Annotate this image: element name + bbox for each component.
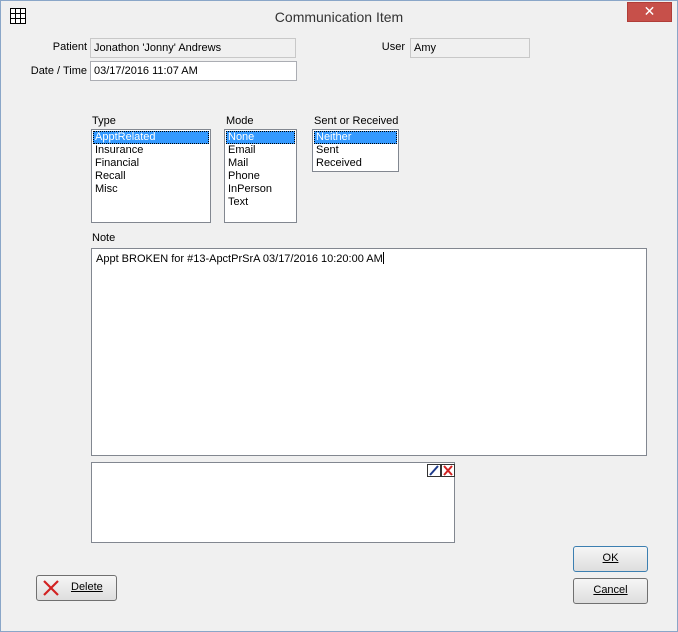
text-cursor bbox=[382, 252, 384, 264]
pencil-icon[interactable] bbox=[427, 464, 441, 477]
mode-label: Mode bbox=[226, 115, 254, 127]
type-label: Type bbox=[92, 115, 116, 127]
mode-option[interactable]: InPerson bbox=[226, 183, 295, 196]
sent-received-listbox[interactable]: Neither Sent Received bbox=[312, 129, 399, 172]
sent-received-option[interactable]: Received bbox=[314, 157, 397, 170]
mode-option[interactable]: Text bbox=[226, 196, 295, 209]
communication-item-window: Communication Item ✕ Patient Jonathon 'J… bbox=[0, 0, 678, 632]
user-label: User bbox=[381, 41, 405, 53]
close-button[interactable]: ✕ bbox=[627, 2, 672, 22]
type-option[interactable]: ApptRelated bbox=[93, 131, 209, 144]
sent-received-label: Sent or Received bbox=[314, 115, 399, 127]
clear-x-icon[interactable] bbox=[441, 464, 455, 477]
title-bar: Communication Item ✕ bbox=[1, 1, 677, 31]
ok-label: OK bbox=[602, 552, 619, 564]
ok-button[interactable]: OK bbox=[573, 546, 648, 572]
datetime-input[interactable]: 03/17/2016 11:07 AM bbox=[90, 61, 297, 81]
mode-option[interactable]: Mail bbox=[226, 157, 295, 170]
type-listbox[interactable]: ApptRelated Insurance Financial Recall M… bbox=[91, 129, 211, 223]
note-label: Note bbox=[92, 232, 116, 244]
delete-label: Delete bbox=[71, 581, 103, 593]
mode-option[interactable]: Phone bbox=[226, 170, 295, 183]
patient-label: Patient bbox=[52, 41, 87, 53]
mode-option[interactable]: None bbox=[226, 131, 295, 144]
cancel-label: Cancel bbox=[593, 584, 628, 596]
delete-x-icon bbox=[43, 580, 59, 596]
type-option[interactable]: Financial bbox=[93, 157, 209, 170]
type-option[interactable]: Recall bbox=[93, 170, 209, 183]
datetime-label: Date / Time bbox=[30, 65, 87, 77]
sent-received-option[interactable]: Sent bbox=[314, 144, 397, 157]
window-title: Communication Item bbox=[274, 9, 404, 25]
note-textarea[interactable]: Appt BROKEN for #13-ApctPrSrA 03/17/2016… bbox=[91, 248, 647, 456]
type-option[interactable]: Misc bbox=[93, 183, 209, 196]
dialog-body: Patient Jonathon 'Jonny' Andrews User Am… bbox=[1, 31, 677, 631]
delete-button[interactable]: Delete bbox=[36, 575, 117, 601]
note-text: Appt BROKEN for #13-ApctPrSrA 03/17/2016… bbox=[96, 253, 383, 265]
patient-field: Jonathon 'Jonny' Andrews bbox=[90, 38, 296, 58]
type-option[interactable]: Insurance bbox=[93, 144, 209, 157]
mode-option[interactable]: Email bbox=[226, 144, 295, 157]
sent-received-option[interactable]: Neither bbox=[314, 131, 397, 144]
mode-listbox[interactable]: None Email Mail Phone InPerson Text bbox=[224, 129, 297, 223]
cancel-button[interactable]: Cancel bbox=[573, 578, 648, 604]
user-field: Amy bbox=[410, 38, 530, 58]
signature-box[interactable] bbox=[91, 462, 455, 543]
